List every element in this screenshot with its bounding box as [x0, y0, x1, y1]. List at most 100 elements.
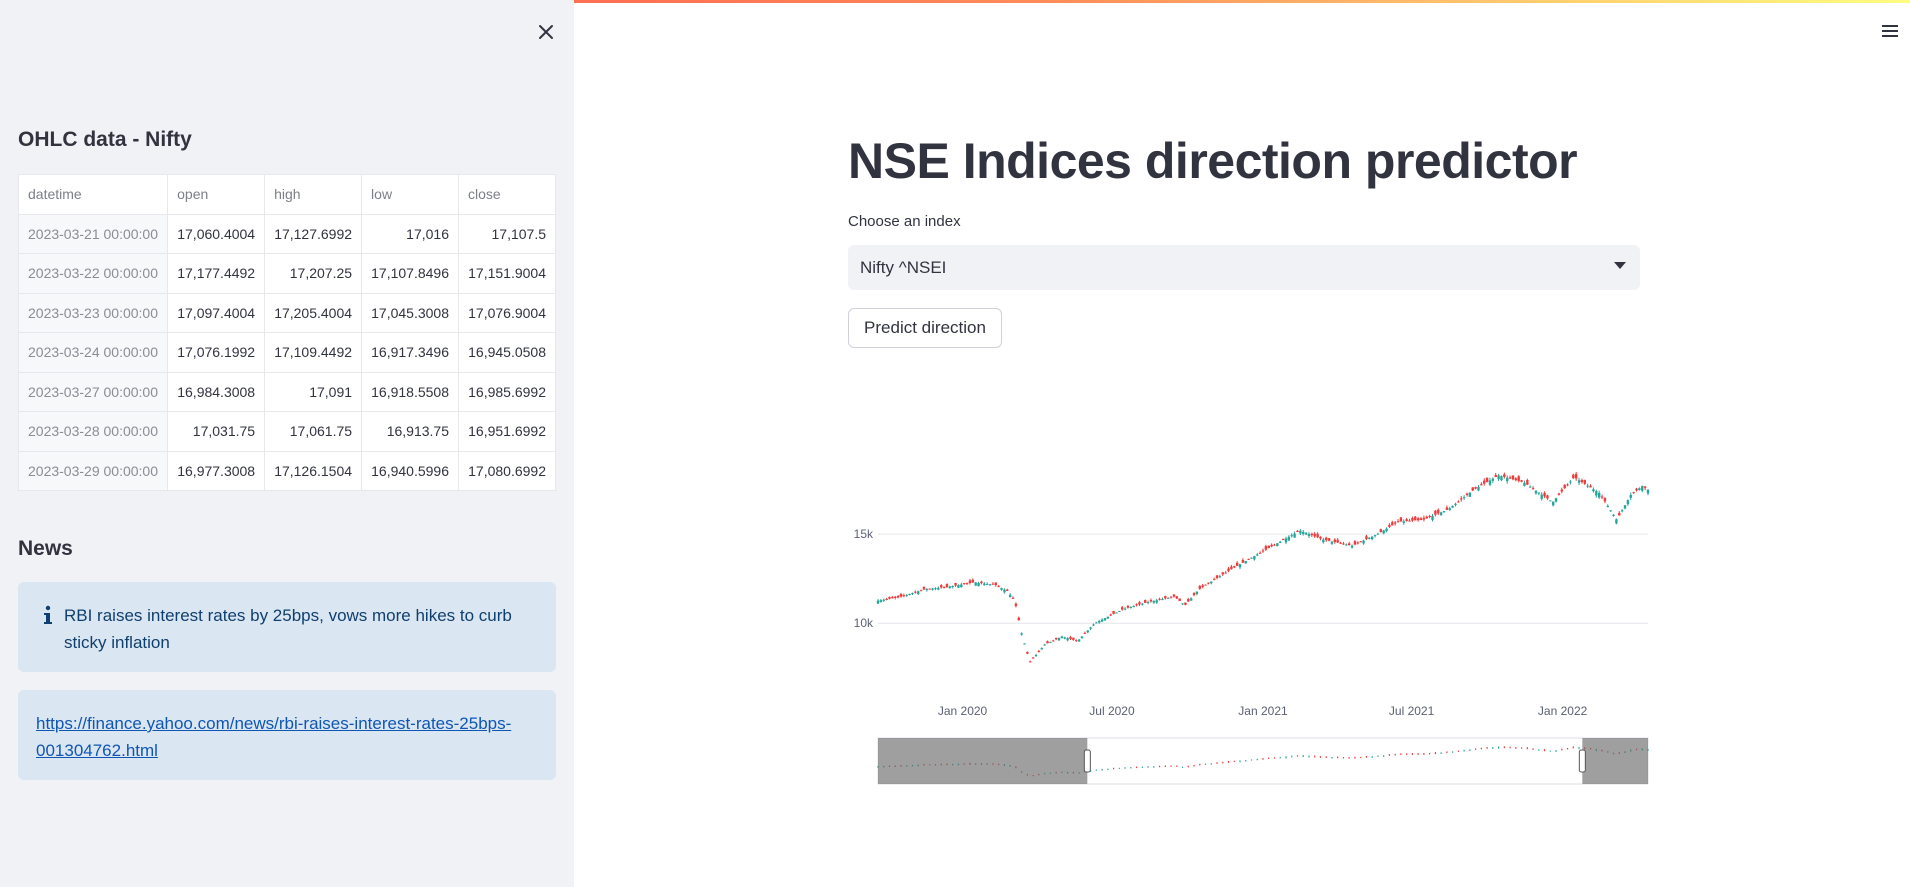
candle-body [1471, 487, 1474, 491]
candle-body [1302, 531, 1305, 534]
candle-body [954, 583, 957, 586]
candle-body [1293, 533, 1296, 538]
main-menu-button[interactable] [1878, 20, 1902, 42]
candle-body [922, 586, 926, 590]
range-slider[interactable] [877, 737, 1649, 785]
candle-body [1029, 661, 1032, 663]
range-slider-mask-left [878, 738, 1088, 784]
range-slider-handle-left[interactable] [1083, 749, 1091, 773]
cell-close: 17,076.9004 [458, 292, 556, 333]
candle-body [1566, 484, 1569, 486]
candle-body [1132, 606, 1135, 608]
table-row: 2023-03-23 00:00:00 17,097.4004 17,205.4… [17, 292, 556, 333]
y-tick-label: 15k [854, 527, 874, 541]
candle-body [1419, 518, 1423, 521]
candle-body [1031, 657, 1035, 659]
candle-body [1480, 484, 1483, 486]
candle-body [1454, 503, 1457, 505]
candle-body [1092, 624, 1095, 626]
x-tick-label: Jul 2021 [1389, 704, 1435, 718]
news-heading: News [18, 537, 73, 560]
candle-body [1017, 617, 1020, 621]
column-header-high[interactable]: high [264, 174, 363, 215]
candle-body [1451, 506, 1454, 508]
cell-datetime: 2023-03-22 00:00:00 [17, 253, 169, 294]
candle-body [1098, 620, 1101, 623]
cell-low: 16,917.3496 [361, 332, 459, 373]
cell-high: 17,126.1504 [264, 450, 363, 491]
candle-body [1000, 588, 1003, 590]
candle-body [1115, 612, 1118, 614]
candle-body [1313, 533, 1316, 537]
candle-body [891, 597, 894, 599]
candle-body [1075, 640, 1078, 642]
candle-body [991, 583, 995, 585]
candle-body [1135, 604, 1138, 606]
candle-body [1052, 640, 1055, 642]
cell-open: 17,177.4492 [167, 253, 266, 294]
news-alert: RBI raises interest rates by 25bps, vows… [18, 582, 556, 672]
cell-open: 16,984.3008 [167, 371, 266, 412]
index-select[interactable]: Nifty ^NSEI [848, 245, 1640, 290]
candle-body [960, 584, 963, 588]
column-header-open[interactable]: open [167, 174, 266, 215]
cell-open: 17,031.75 [167, 411, 266, 452]
candle-body [965, 582, 969, 584]
candle-body [1198, 585, 1201, 589]
chevron-down-icon [1614, 262, 1626, 269]
candle-body [1273, 544, 1276, 546]
news-link[interactable]: https://finance.yahoo.com/news/rbi-raise… [36, 714, 511, 760]
cell-datetime: 2023-03-27 00:00:00 [17, 371, 169, 412]
candle-body [1393, 522, 1397, 524]
candle-body [1526, 480, 1529, 485]
candle-body [1600, 496, 1604, 498]
candle-body [1227, 568, 1230, 571]
candle-body [977, 582, 980, 587]
candle-body [1195, 591, 1199, 595]
cell-close: 17,107.5 [458, 213, 556, 254]
candle-body [896, 595, 900, 598]
predict-direction-button[interactable]: Predict direction [848, 308, 1002, 348]
candle-body [1319, 536, 1322, 539]
candle-body [988, 584, 992, 586]
table-row: 2023-03-21 00:00:00 17,060.4004 17,127.6… [17, 213, 556, 254]
index-select-label: Choose an index [848, 213, 961, 230]
candle-body [1241, 560, 1245, 563]
range-slider-handle-right[interactable] [1578, 749, 1586, 773]
column-header-close[interactable]: close [458, 174, 556, 215]
candle-body [1376, 533, 1380, 535]
candle-body [971, 579, 975, 583]
candle-body [1057, 637, 1061, 641]
candle-body [937, 587, 940, 590]
candle-body [1385, 528, 1388, 532]
candle-body [1279, 541, 1282, 543]
ohlc-data-table[interactable]: datetime open high low close 2023-03-21 … [17, 174, 556, 491]
candle-body [1006, 589, 1009, 591]
candle-body [1109, 614, 1112, 616]
x-tick-label: Jan 2021 [1238, 704, 1288, 718]
candle-body [934, 588, 937, 590]
candlestick-chart[interactable]: 10k15k Jan 2020 Jul 2020 Jan 2021 Jul 2021 J… [840, 470, 1650, 800]
close-sidebar-button[interactable] [530, 16, 562, 48]
table-row: 2023-03-28 00:00:00 17,031.75 17,061.75 … [17, 411, 556, 452]
candle-body [1620, 510, 1624, 512]
chart-gridlines [878, 533, 1648, 624]
candle-body [1577, 480, 1581, 483]
cell-high: 17,205.4004 [264, 292, 363, 333]
candle-body [1212, 578, 1216, 580]
candle-body [1460, 498, 1463, 500]
candle-body [1095, 622, 1098, 624]
candle-body [1181, 603, 1184, 605]
candle-body [914, 591, 917, 593]
candle-body [1037, 650, 1041, 652]
cell-close: 17,080.6992 [458, 450, 556, 491]
candle-body [1187, 598, 1190, 602]
candle-body [1003, 589, 1006, 593]
candle-body [917, 591, 920, 594]
candle-body [888, 596, 891, 599]
candle-body [1457, 501, 1460, 503]
candle-body [1396, 521, 1400, 523]
cell-datetime: 2023-03-29 00:00:00 [17, 450, 169, 491]
column-header-low[interactable]: low [361, 174, 459, 215]
column-header-datetime[interactable]: datetime [17, 174, 169, 215]
